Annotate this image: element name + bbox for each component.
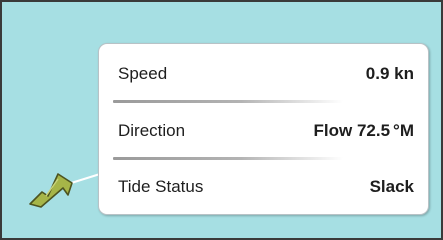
direction-row: Direction Flow 72.5 °M (99, 103, 428, 158)
pointer-arrow-icon (29, 173, 101, 208)
tide-status-row: Tide Status Slack (99, 159, 428, 214)
direction-number: Flow 72.5 (313, 120, 391, 140)
direction-value: Flow 72.5 °M (314, 121, 415, 141)
tide-status-value: Slack (369, 176, 414, 196)
tide-status-label: Tide Status (118, 176, 204, 196)
direction-label: Direction (118, 120, 186, 140)
chart-background: Speed 0.9 kn Direction Flow 72.5 °M Tide … (0, 0, 443, 240)
tide-info-panel: Speed 0.9 kn Direction Flow 72.5 °M Tide … (98, 43, 429, 215)
direction-unit: °M (393, 120, 414, 140)
speed-label: Speed (118, 63, 168, 83)
speed-row: Speed 0.9 kn (99, 46, 428, 101)
speed-value: 0.9 kn (365, 63, 414, 83)
